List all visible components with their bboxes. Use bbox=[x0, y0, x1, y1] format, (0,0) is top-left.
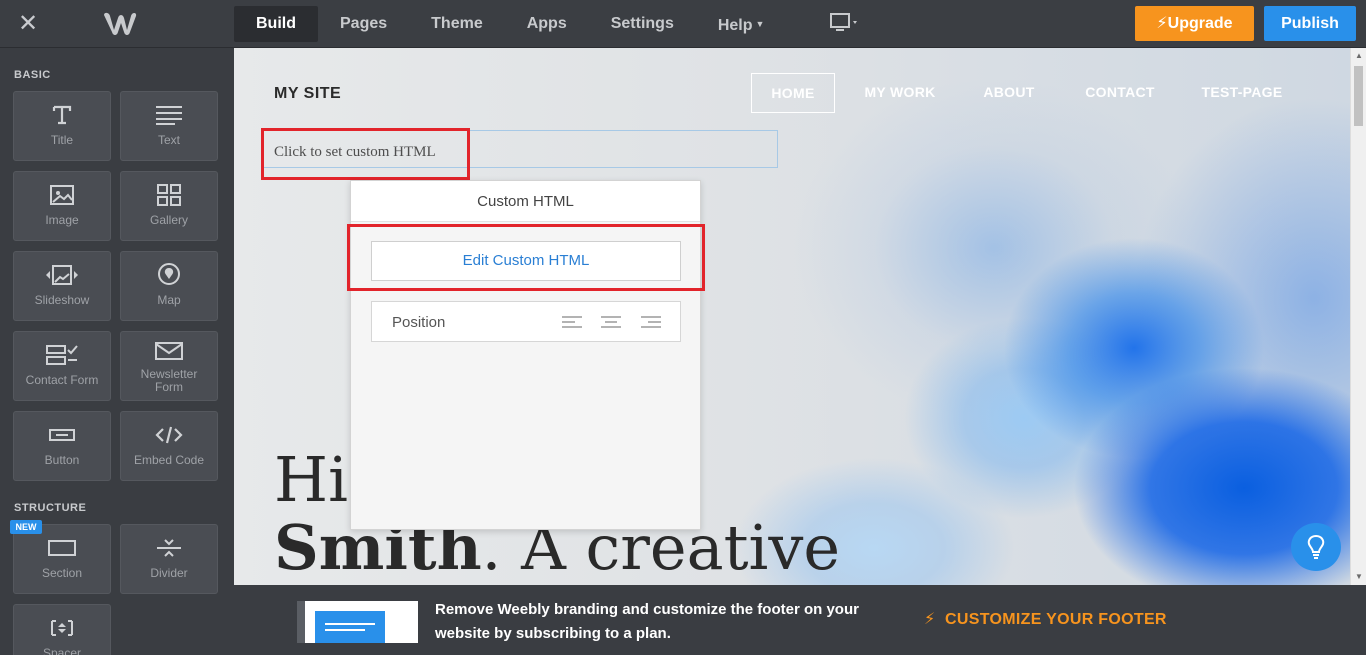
text-icon bbox=[121, 102, 217, 128]
edit-button-highlight bbox=[347, 224, 705, 291]
align-left-icon[interactable] bbox=[562, 315, 582, 331]
hero-line-1: Hi bbox=[274, 443, 348, 516]
tile-slideshow[interactable]: Slideshow bbox=[13, 251, 111, 321]
popup-title: Custom HTML bbox=[351, 181, 700, 222]
tile-title-label: Title bbox=[50, 133, 74, 147]
footer-preview-inner bbox=[315, 611, 385, 643]
publish-button[interactable]: Publish bbox=[1264, 6, 1356, 41]
tile-button-label: Button bbox=[44, 453, 80, 467]
title-icon bbox=[14, 102, 110, 128]
site-nav-contact[interactable]: CONTACT bbox=[1077, 73, 1163, 113]
custom-html-highlight bbox=[261, 128, 470, 180]
tile-gallery-label: Gallery bbox=[149, 213, 188, 227]
tile-spacer[interactable]: Spacer bbox=[13, 604, 111, 655]
tile-spacer-label: Spacer bbox=[42, 646, 82, 655]
button-icon bbox=[14, 422, 110, 448]
site-nav-my-work[interactable]: MY WORK bbox=[855, 73, 945, 113]
tile-text-label: Text bbox=[157, 133, 180, 147]
tile-contact-form[interactable]: Contact Form bbox=[13, 331, 111, 401]
tile-text[interactable]: Text bbox=[120, 91, 218, 161]
preview-line bbox=[325, 623, 375, 625]
nav-build[interactable]: Build bbox=[234, 6, 318, 42]
new-badge: NEW bbox=[10, 520, 42, 534]
tile-divider[interactable]: Divider bbox=[120, 524, 218, 594]
nav-help-label: Help bbox=[717, 17, 753, 34]
footer-preview-image bbox=[297, 601, 418, 643]
site-nav-home[interactable]: HOME bbox=[751, 73, 835, 113]
tile-contact-form-label: Contact Form bbox=[25, 373, 99, 387]
tile-image-label: Image bbox=[45, 213, 79, 227]
customize-footer-label: CUSTOMIZE YOUR FOOTER bbox=[945, 611, 1167, 628]
nav-theme[interactable]: Theme bbox=[409, 6, 505, 42]
upgrade-button[interactable]: ⚡Upgrade bbox=[1135, 6, 1254, 41]
section-icon bbox=[14, 535, 110, 561]
element-sidebar: BASIC Title Text Image Gallery Slideshow bbox=[0, 48, 234, 655]
tile-title[interactable]: Title bbox=[13, 91, 111, 161]
align-center-icon[interactable] bbox=[601, 315, 621, 331]
nav-pages[interactable]: Pages bbox=[318, 6, 409, 42]
close-icon[interactable]: ✕ bbox=[16, 12, 40, 36]
code-icon bbox=[121, 422, 217, 448]
site-title[interactable]: MY SITE bbox=[274, 85, 341, 103]
device-preview-icon[interactable] bbox=[828, 12, 864, 36]
scroll-down-icon[interactable]: ▼ bbox=[1351, 569, 1366, 585]
tile-newsletter-label: Newsletter Form bbox=[123, 368, 215, 394]
tile-button[interactable]: Button bbox=[13, 411, 111, 481]
preview-line bbox=[325, 629, 365, 631]
align-right-icon[interactable] bbox=[641, 315, 661, 331]
site-nav-test-page[interactable]: TEST-PAGE bbox=[1197, 73, 1287, 113]
lightbulb-icon[interactable] bbox=[1291, 523, 1341, 571]
lightning-icon: ⚡ bbox=[1156, 15, 1168, 32]
divider-icon bbox=[121, 535, 217, 561]
image-icon bbox=[14, 182, 110, 208]
weebly-logo-icon[interactable] bbox=[100, 10, 140, 38]
tile-map[interactable]: Map bbox=[120, 251, 218, 321]
scroll-up-icon[interactable]: ▲ bbox=[1351, 48, 1366, 64]
tile-newsletter-label-line2: Form bbox=[155, 380, 183, 394]
tile-newsletter-form[interactable]: Newsletter Form bbox=[120, 331, 218, 401]
contact-form-icon bbox=[14, 342, 110, 368]
tile-section[interactable]: Section bbox=[13, 524, 111, 594]
scroll-thumb[interactable] bbox=[1354, 66, 1363, 126]
top-bar: ✕ Build Pages Theme Apps Settings Help ▼ … bbox=[0, 0, 1366, 48]
tile-slideshow-label: Slideshow bbox=[34, 293, 90, 307]
nav-apps[interactable]: Apps bbox=[505, 6, 589, 42]
customize-footer-link[interactable]: ⚡ CUSTOMIZE YOUR FOOTER bbox=[924, 609, 1167, 629]
tile-map-label: Map bbox=[157, 293, 181, 307]
lightning-icon: ⚡ bbox=[924, 611, 936, 628]
map-pin-icon bbox=[121, 262, 217, 288]
tile-image[interactable]: Image bbox=[13, 171, 111, 241]
footer-message: Remove Weebly branding and customize the… bbox=[435, 601, 859, 642]
slideshow-icon bbox=[14, 262, 110, 288]
tile-embed-code-label: Embed Code bbox=[133, 453, 205, 467]
upgrade-label: Upgrade bbox=[1167, 15, 1233, 32]
section-label-structure: STRUCTURE bbox=[14, 502, 87, 514]
tile-newsletter-label-line1: Newsletter bbox=[140, 367, 198, 381]
site-nav-about[interactable]: ABOUT bbox=[975, 73, 1043, 113]
site-canvas: MY SITE HOME MY WORK ABOUT CONTACT TEST-… bbox=[234, 48, 1350, 585]
nav-settings[interactable]: Settings bbox=[589, 6, 696, 42]
tile-section-label: Section bbox=[41, 566, 83, 580]
section-label-basic: BASIC bbox=[14, 69, 51, 81]
tile-gallery[interactable]: Gallery bbox=[120, 171, 218, 241]
canvas-scrollbar[interactable]: ▲ ▼ bbox=[1350, 48, 1366, 585]
position-control: Position bbox=[371, 301, 681, 342]
spacer-icon bbox=[14, 615, 110, 641]
tile-divider-label: Divider bbox=[150, 566, 188, 580]
tile-embed-code[interactable]: Embed Code bbox=[120, 411, 218, 481]
gallery-icon bbox=[121, 182, 217, 208]
chevron-down-icon: ▼ bbox=[755, 19, 765, 29]
main-nav: Build Pages Theme Apps Settings Help ▼ bbox=[234, 6, 786, 42]
position-label: Position bbox=[392, 314, 446, 331]
envelope-icon bbox=[121, 338, 217, 364]
footer-promo-bar: Remove Weebly branding and customize the… bbox=[234, 585, 1366, 655]
nav-help[interactable]: Help ▼ bbox=[696, 6, 787, 42]
